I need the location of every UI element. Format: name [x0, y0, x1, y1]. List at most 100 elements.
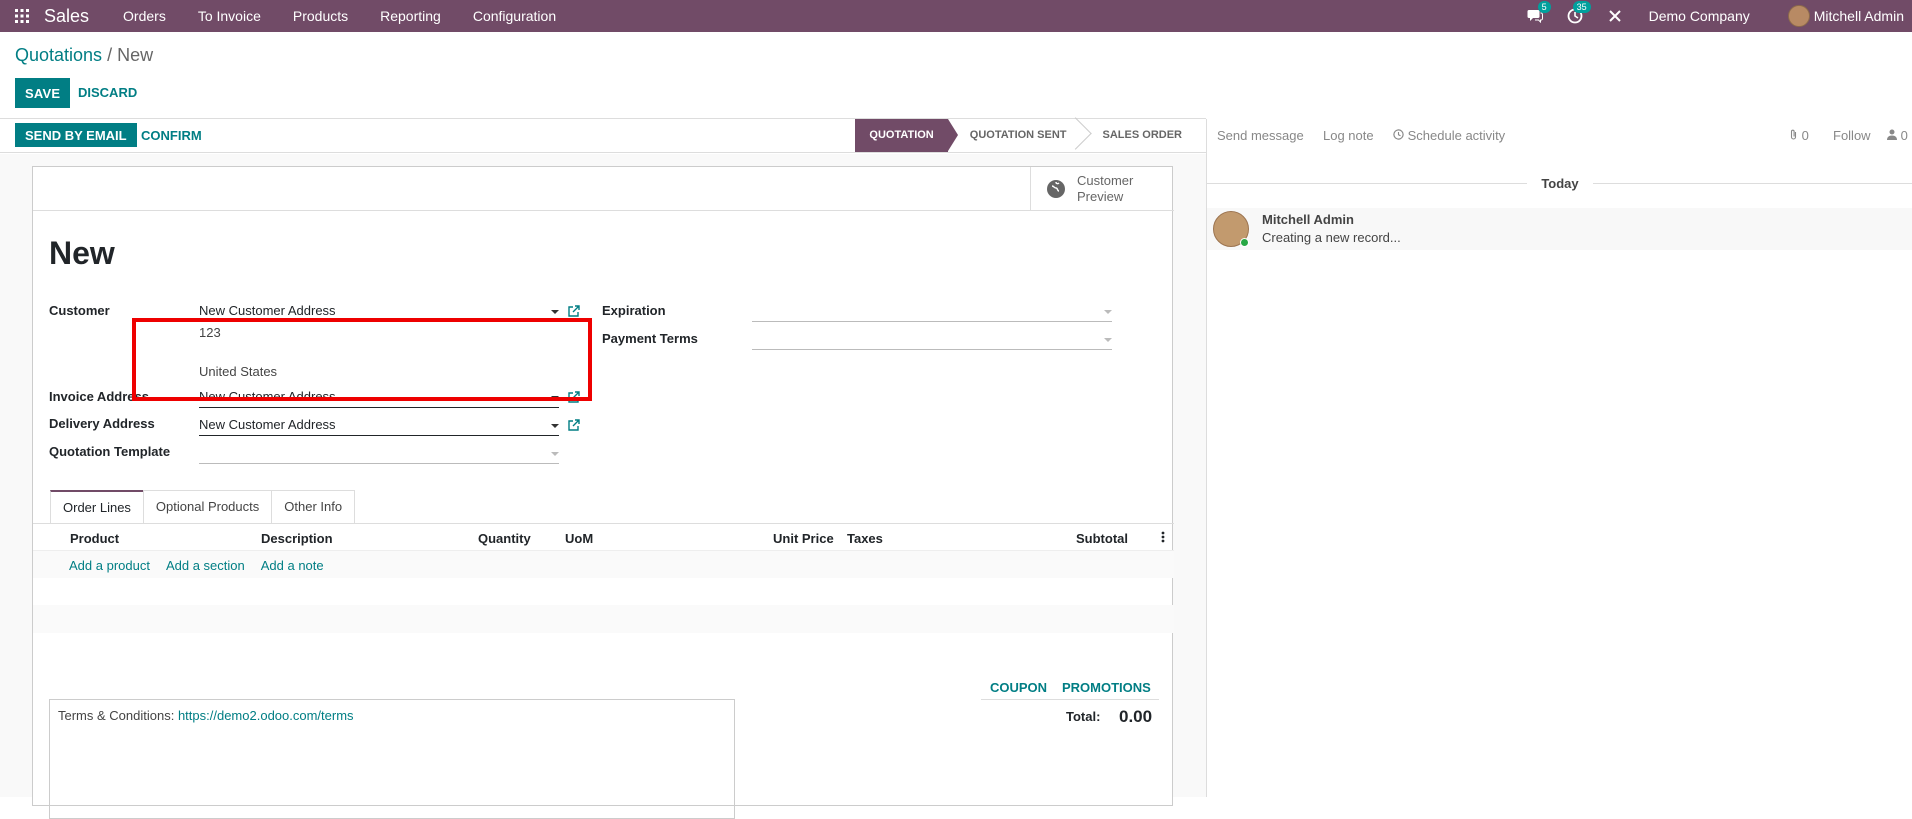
- chevron-down-icon[interactable]: [551, 424, 559, 428]
- tab-order-lines[interactable]: Order Lines: [50, 490, 144, 524]
- column-uom[interactable]: UoM: [565, 531, 593, 546]
- optional-columns-icon[interactable]: [1161, 531, 1165, 546]
- payment-terms-label: Payment Terms: [602, 331, 698, 346]
- clock-icon: [1393, 129, 1404, 140]
- stage-quotation[interactable]: QUOTATION: [855, 119, 959, 152]
- discard-button[interactable]: DISCARD: [78, 85, 137, 100]
- messages-badge: 5: [1537, 1, 1551, 13]
- promotions-button[interactable]: PROMOTIONS: [1062, 680, 1151, 695]
- chevron-down-icon[interactable]: [551, 310, 559, 314]
- expiration-field[interactable]: [752, 302, 1112, 322]
- quotation-template-field[interactable]: [199, 444, 559, 464]
- menu-reporting[interactable]: Reporting: [364, 0, 457, 32]
- message-body: Creating a new record...: [1262, 230, 1401, 245]
- schedule-activity-button[interactable]: Schedule activity: [1393, 128, 1505, 143]
- form-header: SEND BY EMAIL CONFIRM QUOTATION QUOTATIO…: [0, 119, 1206, 153]
- external-link-icon[interactable]: [567, 305, 580, 317]
- followers-button[interactable]: 0: [1887, 128, 1908, 143]
- date-separator-label: Today: [1541, 176, 1579, 191]
- expiration-label: Expiration: [602, 303, 666, 318]
- terms-conditions-field[interactable]: Terms & Conditions: https://demo2.odoo.c…: [49, 699, 735, 819]
- globe-icon: [1047, 179, 1065, 198]
- divider: [33, 210, 1174, 211]
- online-status-icon: [1240, 238, 1249, 247]
- date-separator: Today: [1207, 176, 1912, 191]
- column-quantity[interactable]: Quantity: [478, 531, 531, 546]
- column-subtotal[interactable]: Subtotal: [1076, 531, 1128, 546]
- breadcrumb-quotations[interactable]: Quotations: [15, 45, 102, 65]
- menu-orders[interactable]: Orders: [107, 0, 182, 32]
- avatar[interactable]: [1213, 211, 1249, 247]
- follow-button[interactable]: Follow: [1833, 128, 1871, 143]
- wrench-close-icon: [1608, 10, 1621, 22]
- activities-button[interactable]: 35: [1555, 0, 1595, 32]
- record-title: New: [49, 235, 115, 271]
- followers-count: 0: [1900, 128, 1908, 143]
- company-switcher[interactable]: Demo Company: [1635, 8, 1788, 24]
- paperclip-icon: [1790, 129, 1797, 140]
- tab-optional-products[interactable]: Optional Products: [142, 490, 273, 524]
- tab-other-info[interactable]: Other Info: [271, 490, 356, 524]
- log-note-button[interactable]: Log note: [1323, 128, 1374, 143]
- column-description[interactable]: Description: [261, 531, 333, 546]
- breadcrumb-current: New: [117, 45, 154, 65]
- divider: [33, 523, 1174, 524]
- add-line-links: Add a product Add a section Add a note: [69, 558, 340, 573]
- customer-preview-line1: Customer: [1077, 172, 1134, 188]
- table-row: [33, 605, 1174, 633]
- quotation-template-label: Quotation Template: [49, 444, 171, 459]
- apps-menu-icon[interactable]: [0, 0, 44, 32]
- user-menu[interactable]: Mitchell Admin: [1787, 5, 1912, 27]
- activities-badge: 35: [1572, 1, 1591, 13]
- menu-products[interactable]: Products: [277, 0, 364, 32]
- menu-to-invoice[interactable]: To Invoice: [182, 0, 277, 32]
- message-author[interactable]: Mitchell Admin: [1262, 212, 1354, 227]
- confirm-button[interactable]: CONFIRM: [141, 128, 202, 143]
- divider: [981, 699, 1159, 700]
- terms-label: Terms & Conditions:: [58, 708, 175, 723]
- breadcrumb-separator: /: [107, 45, 113, 65]
- attachments-button[interactable]: 0: [1789, 128, 1809, 143]
- chevron-down-icon[interactable]: [1104, 310, 1112, 314]
- app-name[interactable]: Sales: [44, 6, 89, 27]
- messages-button[interactable]: 5: [1515, 0, 1555, 32]
- coupon-button[interactable]: COUPON: [990, 680, 1047, 695]
- add-note-link[interactable]: Add a note: [261, 558, 324, 573]
- menu-configuration[interactable]: Configuration: [457, 0, 572, 32]
- column-taxes[interactable]: Taxes: [847, 531, 883, 546]
- highlight-box: [132, 318, 592, 401]
- divider: [33, 550, 1174, 551]
- chevron-down-icon[interactable]: [551, 452, 559, 456]
- add-product-link[interactable]: Add a product: [69, 558, 150, 573]
- user-name: Mitchell Admin: [1813, 8, 1904, 24]
- total-value: 0.00: [1119, 707, 1153, 726]
- terms-link[interactable]: https://demo2.odoo.com/terms: [178, 708, 354, 723]
- save-button[interactable]: SAVE: [15, 78, 71, 108]
- add-section-link[interactable]: Add a section: [166, 558, 245, 573]
- send-message-button[interactable]: Send message: [1217, 128, 1304, 143]
- delivery-address-field[interactable]: New Customer Address: [199, 416, 559, 436]
- form-sheet: Customer Preview New Customer New Custom…: [32, 166, 1174, 819]
- stage-sales-order[interactable]: SALES ORDER: [1081, 119, 1196, 152]
- chatter-panel: Send message Log note Schedule activity …: [1206, 119, 1912, 797]
- notebook-tabs: Order Lines Optional Products Other Info: [50, 490, 356, 524]
- statusbar: QUOTATION QUOTATION SENT SALES ORDER: [855, 119, 1196, 152]
- chevron-down-icon[interactable]: [1104, 338, 1112, 342]
- payment-terms-field[interactable]: [752, 330, 1112, 350]
- send-by-email-button[interactable]: SEND BY EMAIL: [15, 123, 137, 147]
- top-navbar: Sales Orders To Invoice Products Reporti…: [0, 0, 1912, 32]
- customer-value: New Customer Address: [199, 303, 336, 318]
- stage-quotation-sent[interactable]: QUOTATION SENT: [948, 119, 1081, 152]
- external-link-icon[interactable]: [567, 419, 580, 431]
- chatter-message: Mitchell Admin Creating a new record...: [1207, 208, 1912, 250]
- total-label: Total:: [1066, 709, 1101, 724]
- breadcrumb: Quotations / New: [15, 45, 153, 66]
- chatter-topbar: Send message Log note Schedule activity …: [1207, 119, 1912, 153]
- delivery-address-label: Delivery Address: [49, 416, 155, 431]
- column-unit-price[interactable]: Unit Price: [773, 531, 834, 546]
- debug-tools-button[interactable]: [1595, 0, 1635, 32]
- column-product[interactable]: Product: [70, 531, 119, 546]
- customer-preview-button[interactable]: Customer Preview: [1030, 167, 1172, 211]
- schedule-activity-label: Schedule activity: [1407, 128, 1506, 143]
- attachments-count: 0: [1801, 128, 1809, 143]
